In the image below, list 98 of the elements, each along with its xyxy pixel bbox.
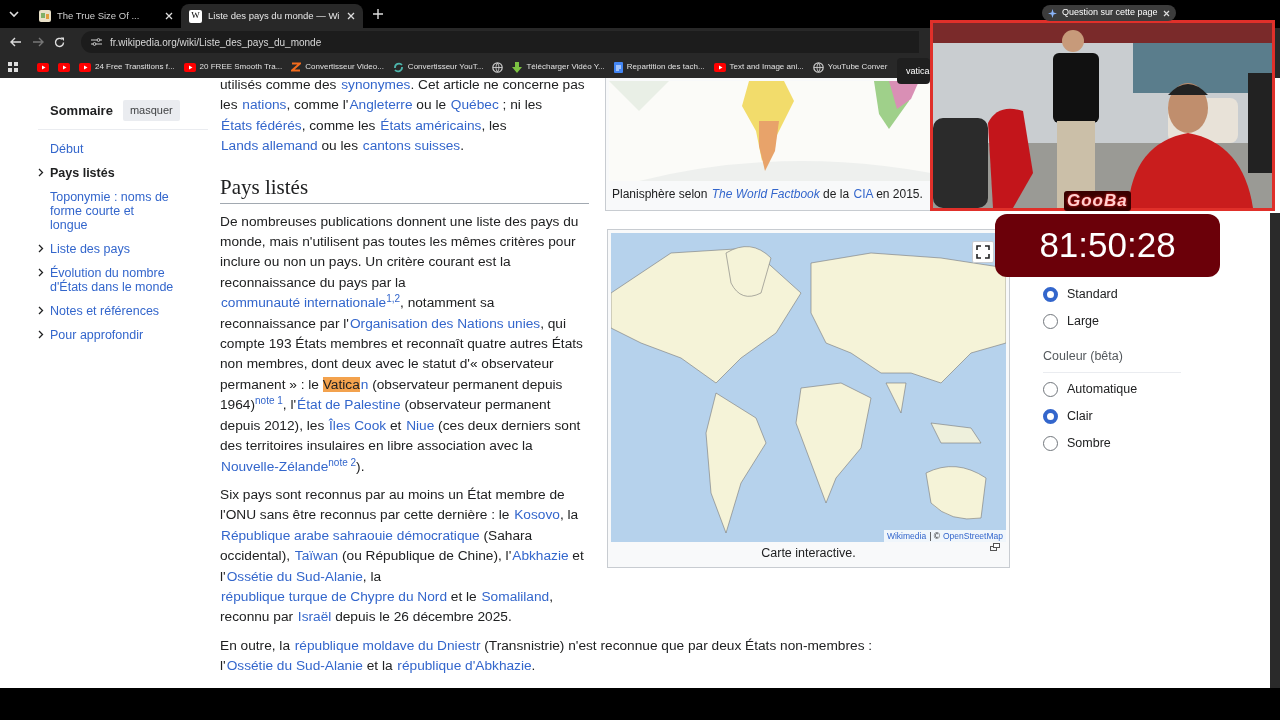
assistant-chip[interactable]: Question sur cette page xyxy=(1042,5,1176,21)
hide-button[interactable]: masquer xyxy=(122,100,180,121)
timer: 81:50:28 xyxy=(995,214,1220,277)
link[interactable]: Îles Cook xyxy=(329,417,387,433)
sidebar-title: Sommaire xyxy=(50,101,113,120)
group-heading: Couleur (bêta) xyxy=(1043,347,1181,373)
toc-link[interactable]: Toponymie : noms de forme courte et longue xyxy=(50,189,175,232)
play-icon xyxy=(183,62,196,72)
bookmark[interactable]: Repartition des tach... xyxy=(613,61,705,73)
apps-icon xyxy=(8,62,18,72)
bookmark[interactable] xyxy=(492,61,504,73)
bookmark[interactable]: Télécharger Vidéo Y... xyxy=(512,61,605,73)
close-icon xyxy=(165,12,173,20)
play-icon xyxy=(58,62,70,72)
site-info-icon xyxy=(91,37,102,47)
arrows-icon xyxy=(392,61,404,73)
link[interactable]: CIA xyxy=(853,187,873,201)
radio-button[interactable] xyxy=(1043,381,1058,397)
link[interactable]: The World Factbook xyxy=(711,187,820,201)
new-tab-icon xyxy=(373,9,383,19)
bookmark[interactable]: 20 FREE Smooth Tra... xyxy=(183,61,283,73)
reload-icon xyxy=(54,36,65,48)
option-label: Large xyxy=(1067,313,1099,331)
option-label: Automatique xyxy=(1067,380,1138,398)
download-icon xyxy=(512,61,523,73)
link[interactable]: Kosovo xyxy=(514,507,560,523)
play-icon xyxy=(37,62,49,72)
link[interactable]: Lands allemand xyxy=(221,138,318,154)
link[interactable]: république turque de Chypre du Nord xyxy=(221,588,447,604)
link[interactable]: république moldave du Dniestr xyxy=(294,637,481,653)
link[interactable]: Niue xyxy=(406,417,435,433)
radio-button[interactable] xyxy=(1043,408,1058,424)
bookmark[interactable]: Text and Image ani... xyxy=(713,61,804,73)
globe-icon xyxy=(812,61,824,73)
radio-button[interactable] xyxy=(1043,314,1058,329)
tab-list-icon xyxy=(9,10,19,18)
close-icon xyxy=(347,12,355,20)
browser-tab[interactable]: The True Size Of ... xyxy=(31,4,181,28)
radio-button[interactable] xyxy=(1043,287,1058,302)
search-highlight: Vatica xyxy=(322,376,360,392)
section-heading: Pays listés xyxy=(220,172,589,204)
link[interactable]: République arabe sahraouie démocratique xyxy=(221,527,480,543)
link[interactable]: Nouvelle-Zélande xyxy=(221,458,329,474)
find-field[interactable]: vatica xyxy=(897,58,930,84)
favicon: W xyxy=(189,9,202,23)
link[interactable]: États fédérés xyxy=(221,117,302,133)
globe-icon xyxy=(492,61,504,73)
toc-link[interactable]: Évolution du nombre d'États dans le monde xyxy=(50,265,175,294)
option-label: Sombre xyxy=(1067,434,1111,452)
separator-text: | © xyxy=(929,530,940,542)
paragraph: En outre, la république moldave du Dniestr (Transnistrie) n'est reconnue que par deux États non-membres : l'Ossétie du Sud-Alanie et la république d'Abkhazie. xyxy=(220,636,874,676)
toc-link[interactable]: Notes et références xyxy=(50,303,175,318)
link[interactable]: Taïwan xyxy=(294,548,339,564)
bookmark[interactable]: YouTube Conver xyxy=(812,61,888,73)
toc-link[interactable]: Liste des pays xyxy=(50,241,175,256)
link[interactable]: république d'Abkhazie xyxy=(397,658,532,674)
toc-link[interactable]: Début xyxy=(50,141,175,156)
radio-button[interactable] xyxy=(1043,435,1058,451)
link[interactable]: Angleterre xyxy=(349,97,413,113)
bookmark[interactable]: Convertisseur YouT... xyxy=(392,61,484,73)
document-icon xyxy=(613,61,623,73)
option-label: Clair xyxy=(1067,407,1093,425)
forward-icon xyxy=(32,37,44,47)
link[interactable]: Ossétie du Sud-Alanie xyxy=(226,568,363,584)
play-icon xyxy=(713,62,726,72)
link[interactable]: Israël xyxy=(297,609,332,625)
footnote-link[interactable]: note 1 xyxy=(255,395,283,407)
link[interactable]: n xyxy=(360,376,369,392)
link[interactable]: Québec xyxy=(450,97,499,113)
bookmark[interactable] xyxy=(37,62,49,72)
toc-link[interactable]: Pour approfondir xyxy=(50,327,175,342)
paragraph: De nombreuses publications donnent une liste des pays du monde, mais n'utilisent pas toutes les mêmes critères pour inclure ou non un pays. Un critère courant est la reconnaissance du pays par la communauté internationale$^{1,2}$, notamment sa reconnaissance par l'Organisation des Nations unies, qui compte 193 États membres et reconnaît quatre autres États non membres, dont deux avec le statut d'« observateur permanent » : le Vatican (observateur permanent depuis 1964)$^{note 1}$, l'État de Palestine (observateur permanent depuis 2012), les Îles Cook et Niue (ces deux derniers sont des territoires insulaires en libre association avec la Nouvelle-Zélande$^{note 2}$). xyxy=(220,212,584,476)
footnote-link[interactable]: 1,2 xyxy=(386,293,401,305)
bookmark[interactable] xyxy=(58,62,70,72)
footnote-link[interactable]: note 2 xyxy=(328,456,357,468)
map-icon xyxy=(39,10,51,22)
paragraph: Six pays sont reconnus par au moins un État membre de l'ONU sans être reconnus par cette dernière : le Kosovo, la République arabe sahraouie démocratique (Sahara occidental), Taïwan (ou République de Chine), l'Abkhazie et l'Ossétie du Sud-Alanie, la république turque de Chypre du Nord et le Somaliland, reconnu par Israël depuis le 26 décembre 2025. xyxy=(220,485,585,627)
caption: Carte interactive. xyxy=(761,546,856,560)
bookmark[interactable]: 24 Free Transitions f... xyxy=(79,61,175,73)
fullscreen-icon xyxy=(976,245,990,259)
back-icon xyxy=(10,37,22,47)
link[interactable]: Abkhazie xyxy=(512,548,569,564)
zigzag-icon xyxy=(291,62,302,72)
link[interactable]: Ossétie du Sud-Alanie xyxy=(226,658,363,674)
sparkle-icon xyxy=(1048,8,1057,18)
scrollbar[interactable] xyxy=(1270,213,1280,688)
bookmark[interactable]: Convertisseur Video... xyxy=(291,61,384,73)
fullscreen-button[interactable] xyxy=(972,241,994,263)
browser-tab[interactable]: W Liste des pays du monde — Wi xyxy=(181,4,363,28)
address-bar[interactable]: fr.wikipedia.org/wiki/Liste_des_pays_du_monde xyxy=(81,31,919,53)
link[interactable]: Wikimedia xyxy=(886,530,927,542)
link[interactable]: État de Palestine xyxy=(297,397,401,413)
option-label: Standard xyxy=(1067,286,1118,304)
close-icon xyxy=(1162,9,1170,17)
toc-link[interactable]: Pays listés xyxy=(50,165,175,180)
link[interactable]: OpenStreetMap xyxy=(943,530,1003,542)
link[interactable]: communauté internationale xyxy=(221,295,387,311)
play-icon xyxy=(79,62,91,72)
